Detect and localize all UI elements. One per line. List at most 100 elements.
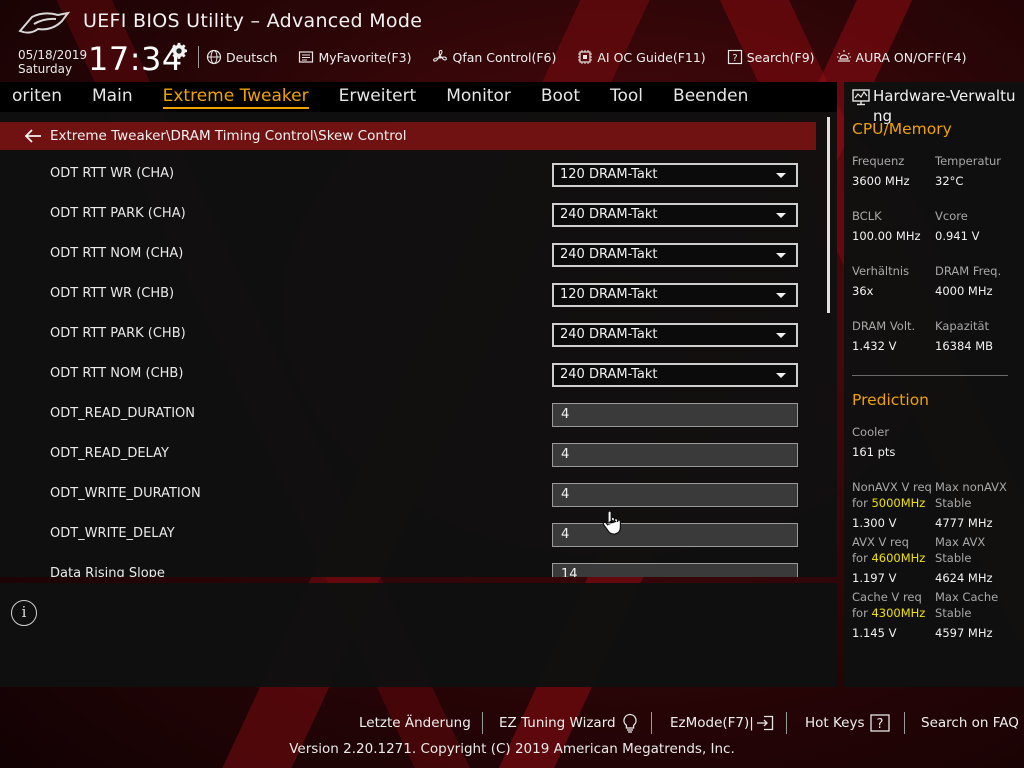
- last-modified-button[interactable]: Letzte Änderung: [359, 708, 471, 738]
- fan-icon: [433, 49, 448, 62]
- setting-label: ODT_READ_DELAY: [50, 446, 169, 461]
- scrollbar[interactable]: [827, 117, 830, 313]
- prediction-label-line2: Stable: [935, 606, 972, 620]
- input-value: 4: [561, 447, 570, 462]
- tab-monitor[interactable]: Monitor: [431, 82, 526, 112]
- chevron-down-icon: [776, 373, 786, 378]
- gear-icon[interactable]: [170, 42, 188, 60]
- input-value: 4: [561, 527, 570, 542]
- tab-tool[interactable]: Tool: [595, 82, 658, 112]
- setting-input[interactable]: 4: [552, 483, 798, 507]
- prediction-label-prefix: for: [852, 551, 872, 565]
- setting-label: ODT RTT NOM (CHB): [50, 366, 184, 381]
- aura-icon: [836, 50, 851, 62]
- hw-stat: Kapazität 16384 MB: [935, 318, 993, 354]
- hw-stat-value: 4000 MHz: [935, 284, 993, 298]
- cooler-label: Cooler: [852, 425, 890, 439]
- help-key-icon: ?: [869, 714, 890, 732]
- prediction-label: AVX V req: [852, 535, 909, 549]
- ai-oc-guide-button[interactable]: AI OC Guide(F11): [577, 49, 706, 65]
- svg-text:?: ?: [732, 53, 737, 64]
- setting-label: ODT_WRITE_DELAY: [50, 526, 175, 541]
- breadcrumb[interactable]: Extreme Tweaker\DRAM Timing Control\Skew…: [0, 122, 816, 150]
- back-arrow-icon[interactable]: [24, 129, 42, 143]
- monitor-icon: [852, 89, 870, 106]
- hot-keys-button[interactable]: Hot Keys ?: [805, 708, 890, 738]
- day-text: Saturday: [18, 62, 73, 76]
- ezmode-button[interactable]: EzMode(F7)|: [670, 708, 774, 738]
- setting-label: ODT_READ_DURATION: [50, 406, 195, 421]
- hw-stat: Vcore 0.941 V: [935, 208, 979, 244]
- favorite-icon: [299, 51, 314, 63]
- language-label: Deutsch: [226, 49, 278, 65]
- setting-input[interactable]: 4: [552, 443, 798, 467]
- setting-label: ODT RTT PARK (CHA): [50, 206, 186, 221]
- cooler-value: 161 pts: [852, 445, 896, 459]
- prediction-label-line2: Stable: [935, 496, 972, 510]
- prediction-label: Max AVX: [935, 535, 986, 549]
- tab-main[interactable]: Main: [77, 82, 148, 112]
- chevron-down-icon: [776, 333, 786, 338]
- prediction-value: 4597 MHz: [935, 626, 993, 640]
- tab-favoriten[interactable]: oriten: [0, 82, 77, 112]
- main-tab-bar: oriten Main Extreme Tweaker Erweitert Mo…: [0, 82, 837, 112]
- setting-label: ODT RTT PARK (CHB): [50, 326, 186, 341]
- clock[interactable]: 17:34: [88, 40, 183, 78]
- setting-input[interactable]: 4: [552, 523, 798, 547]
- prediction-value: 4777 MHz: [935, 516, 993, 530]
- hw-stat-value: 100.00 MHz: [852, 229, 921, 243]
- aura-toggle-button[interactable]: AURA ON/OFF(F4): [836, 49, 966, 65]
- setting-dropdown[interactable]: 240 DRAM-Takt: [552, 323, 798, 347]
- setting-dropdown[interactable]: 240 DRAM-Takt: [552, 203, 798, 227]
- myfavorite-label: MyFavorite(F3): [318, 49, 412, 65]
- footer-divider: [904, 712, 905, 734]
- myfavorite-button[interactable]: MyFavorite(F3): [298, 49, 411, 65]
- ez-tuning-wizard-label: EZ Tuning Wizard: [499, 715, 616, 731]
- setting-input[interactable]: 14: [552, 563, 798, 577]
- header-toolbar: Deutsch MyFavorite(F3) Qfan Control(F6) …: [206, 46, 987, 68]
- footer-divider: [651, 712, 652, 734]
- prediction-frequency: 5000MHz: [871, 496, 926, 510]
- prediction-value: 1.197 V: [852, 571, 897, 585]
- hw-stat: DRAM Volt. 1.432 V: [852, 318, 915, 354]
- search-on-faq-button[interactable]: Search on FAQ: [921, 708, 1019, 738]
- hw-stat-label: Temperatur: [935, 154, 1002, 168]
- search-button[interactable]: ? Search(F9): [727, 49, 815, 65]
- app-title: UEFI BIOS Utility – Advanced Mode: [83, 10, 423, 32]
- setting-dropdown[interactable]: 240 DRAM-Takt: [552, 363, 798, 387]
- section-divider: [852, 375, 1008, 376]
- setting-row: ODT_WRITE_DURATION 4: [0, 482, 816, 522]
- language-button[interactable]: Deutsch: [206, 49, 277, 65]
- tab-erweitert[interactable]: Erweitert: [324, 82, 432, 112]
- setting-dropdown[interactable]: 120 DRAM-Takt: [552, 163, 798, 187]
- setting-row: ODT RTT NOM (CHA) 240 DRAM-Takt: [0, 242, 816, 282]
- hand-cursor-icon: [602, 510, 621, 535]
- ez-tuning-wizard-button[interactable]: EZ Tuning Wizard: [499, 708, 639, 738]
- setting-label: ODT RTT NOM (CHA): [50, 246, 184, 261]
- tab-extreme-tweaker[interactable]: Extreme Tweaker: [148, 82, 324, 112]
- hw-stat: DRAM Freq. 4000 MHz: [935, 263, 1001, 299]
- setting-label: Data Rising Slope: [50, 566, 165, 577]
- setting-label: ODT RTT WR (CHB): [50, 286, 175, 301]
- setting-dropdown[interactable]: 120 DRAM-Takt: [552, 283, 798, 307]
- search-icon: ?: [727, 49, 742, 65]
- footer-toolbar: Letzte Änderung EZ Tuning Wizard EzMode(…: [0, 708, 1024, 738]
- setting-dropdown[interactable]: 240 DRAM-Takt: [552, 243, 798, 267]
- hw-stat-label: DRAM Freq.: [935, 264, 1002, 278]
- last-modified-label: Letzte Änderung: [359, 715, 471, 731]
- version-text: Version 2.20.1271. Copyright (C) 2019 Am…: [289, 741, 735, 757]
- qfan-control-button[interactable]: Qfan Control(F6): [432, 49, 556, 65]
- hw-stat: Verhältnis 36x: [852, 263, 909, 299]
- search-label: Search(F9): [746, 49, 815, 65]
- search-on-faq-label: Search on FAQ: [921, 715, 1019, 731]
- qfan-control-label: Qfan Control(F6): [452, 49, 557, 65]
- hw-stat-value: 16384 MB: [935, 339, 994, 353]
- breadcrumb-path: Extreme Tweaker\DRAM Timing Control\Skew…: [50, 128, 407, 144]
- setting-row: ODT RTT WR (CHA) 120 DRAM-Takt: [0, 162, 816, 202]
- tab-beenden[interactable]: Beenden: [658, 82, 763, 112]
- tab-boot[interactable]: Boot: [526, 82, 595, 112]
- setting-input[interactable]: 4: [552, 403, 798, 427]
- hw-stat-value: 1.432 V: [852, 339, 897, 353]
- top-bar: UEFI BIOS Utility – Advanced Mode 05/18/…: [0, 0, 1024, 82]
- hw-stat-label: Frequenz: [852, 154, 905, 168]
